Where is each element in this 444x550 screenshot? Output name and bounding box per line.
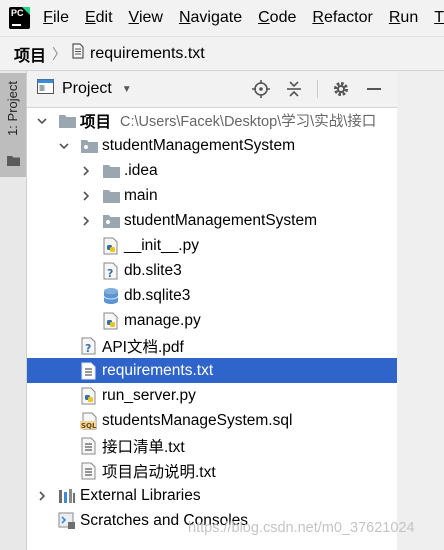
menu-code[interactable]: Code bbox=[258, 9, 296, 27]
menu-refactor[interactable]: Refactor bbox=[312, 9, 372, 27]
text-file-icon bbox=[80, 437, 98, 455]
tree-row[interactable]: main bbox=[27, 183, 397, 208]
tree-row[interactable]: __init__.py bbox=[27, 233, 397, 258]
tree-item-label: __init__.py bbox=[124, 236, 199, 254]
project-panel-header: Project ▼ bbox=[27, 71, 397, 108]
unknown-file-icon: ? bbox=[80, 337, 98, 355]
libraries-icon bbox=[58, 487, 76, 505]
tree-item-label: db.sqlite3 bbox=[124, 286, 191, 304]
root-path: C:\Users\Facek\Desktop\学习\实战\接口 bbox=[120, 114, 377, 130]
python-file-icon bbox=[102, 237, 120, 255]
svg-text:?: ? bbox=[85, 342, 91, 355]
chevron-down-icon[interactable] bbox=[57, 139, 71, 153]
project-view-icon bbox=[37, 79, 54, 99]
tree-row-root[interactable]: 项目 C:\Users\Facek\Desktop\学习\实战\接口 bbox=[27, 108, 397, 133]
tree-row[interactable]: studentManagementSystem bbox=[27, 208, 397, 233]
tree-item-label: run_server.py bbox=[102, 386, 196, 404]
text-file-icon bbox=[72, 43, 84, 64]
folder-icon bbox=[58, 112, 76, 130]
panel-toolbar bbox=[251, 71, 397, 107]
tree-item-label: studentManagementSystem bbox=[102, 136, 295, 154]
tree-item-label: API文档.pdf bbox=[102, 338, 184, 356]
tree-row[interactable]: ? db.slite3 bbox=[27, 258, 397, 283]
tree-row[interactable]: run_server.py bbox=[27, 383, 397, 408]
tree-row[interactable]: 项目启动说明.txt bbox=[27, 458, 397, 483]
chevron-right-icon[interactable] bbox=[79, 189, 93, 203]
unknown-file-icon: ? bbox=[102, 262, 120, 280]
folder-icon bbox=[102, 162, 120, 180]
chevron-right-icon[interactable] bbox=[79, 164, 93, 178]
project-tool-tab[interactable]: 1: Project bbox=[0, 73, 26, 177]
tree-row-selected[interactable]: requirements.txt bbox=[27, 358, 397, 383]
menu-bar: PC File Edit View Navigate Code Refactor… bbox=[0, 0, 444, 36]
folder-icon bbox=[102, 212, 120, 230]
menu-tools[interactable]: T bbox=[434, 9, 444, 27]
tree-item-label: 项目启动说明.txt bbox=[102, 463, 216, 481]
watermark: https://blog.csdn.net/m0_37621024 bbox=[188, 520, 415, 536]
text-file-icon bbox=[80, 362, 98, 380]
tree-row[interactable]: 接口清单.txt bbox=[27, 433, 397, 458]
collapse-all-icon[interactable] bbox=[284, 79, 304, 99]
project-tree: 项目 C:\Users\Facek\Desktop\学习\实战\接口 stude… bbox=[27, 108, 397, 550]
menu-edit[interactable]: Edit bbox=[85, 9, 113, 27]
minimize-icon[interactable] bbox=[364, 79, 384, 99]
folder-icon bbox=[80, 137, 98, 155]
menu-run[interactable]: Run bbox=[389, 9, 418, 27]
tree-item-label: requirements.txt bbox=[102, 361, 214, 379]
text-file-icon bbox=[80, 462, 98, 480]
sql-file-icon: SQL bbox=[80, 412, 98, 430]
tree-item-label: External Libraries bbox=[80, 486, 201, 504]
chevron-right-icon[interactable] bbox=[35, 489, 49, 503]
caret-down-icon[interactable]: ▼ bbox=[122, 84, 132, 95]
pycharm-logo-icon: PC bbox=[9, 7, 31, 29]
tree-row[interactable]: SQL studentsManageSystem.sql bbox=[27, 408, 397, 433]
tree-row[interactable]: ? API文档.pdf bbox=[27, 333, 397, 358]
python-file-icon bbox=[102, 312, 120, 330]
tree-item-label: main bbox=[124, 186, 158, 204]
breadcrumb: 项目 〉 requirements.txt bbox=[0, 36, 444, 71]
tree-row[interactable]: .idea bbox=[27, 158, 397, 183]
menu-navigate[interactable]: Navigate bbox=[179, 9, 242, 27]
chevron-right-icon: 〉 bbox=[52, 45, 67, 62]
tree-item-label: manage.py bbox=[124, 311, 201, 329]
svg-text:?: ? bbox=[107, 267, 113, 280]
project-tool-tab-label: 1: Project bbox=[5, 81, 20, 136]
folder-icon bbox=[7, 153, 20, 171]
tree-row[interactable]: External Libraries bbox=[27, 483, 397, 508]
left-tool-strip: 1: Project bbox=[0, 71, 27, 550]
sql-badge: SQL bbox=[81, 422, 97, 430]
tree-row[interactable]: manage.py bbox=[27, 308, 397, 333]
tree-item-label: studentManagementSystem bbox=[124, 211, 317, 229]
menu-file[interactable]: File bbox=[43, 9, 69, 27]
locate-file-icon[interactable] bbox=[251, 79, 271, 99]
gear-icon[interactable] bbox=[331, 79, 351, 99]
tree-item-label: studentsManageSystem.sql bbox=[102, 411, 293, 429]
tree-row[interactable]: db.sqlite3 bbox=[27, 283, 397, 308]
breadcrumb-file[interactable]: requirements.txt bbox=[90, 45, 205, 63]
chevron-down-icon[interactable] bbox=[35, 114, 49, 128]
project-view-selector[interactable]: Project bbox=[62, 80, 112, 98]
menu-view[interactable]: View bbox=[129, 9, 163, 27]
chevron-right-icon[interactable] bbox=[79, 214, 93, 228]
scratches-icon bbox=[58, 512, 76, 530]
tree-item-label: .idea bbox=[124, 161, 158, 179]
python-file-icon bbox=[80, 387, 98, 405]
toolbar-divider bbox=[317, 80, 318, 98]
tree-item-label: 接口清单.txt bbox=[102, 438, 185, 456]
tree-item-label: db.slite3 bbox=[124, 261, 182, 279]
editor-area bbox=[397, 71, 444, 550]
tree-item-label: 项目 bbox=[80, 113, 112, 131]
folder-icon bbox=[102, 187, 120, 205]
breadcrumb-root[interactable]: 项目 bbox=[14, 42, 46, 66]
database-icon bbox=[102, 287, 120, 305]
tree-row[interactable]: studentManagementSystem bbox=[27, 133, 397, 158]
